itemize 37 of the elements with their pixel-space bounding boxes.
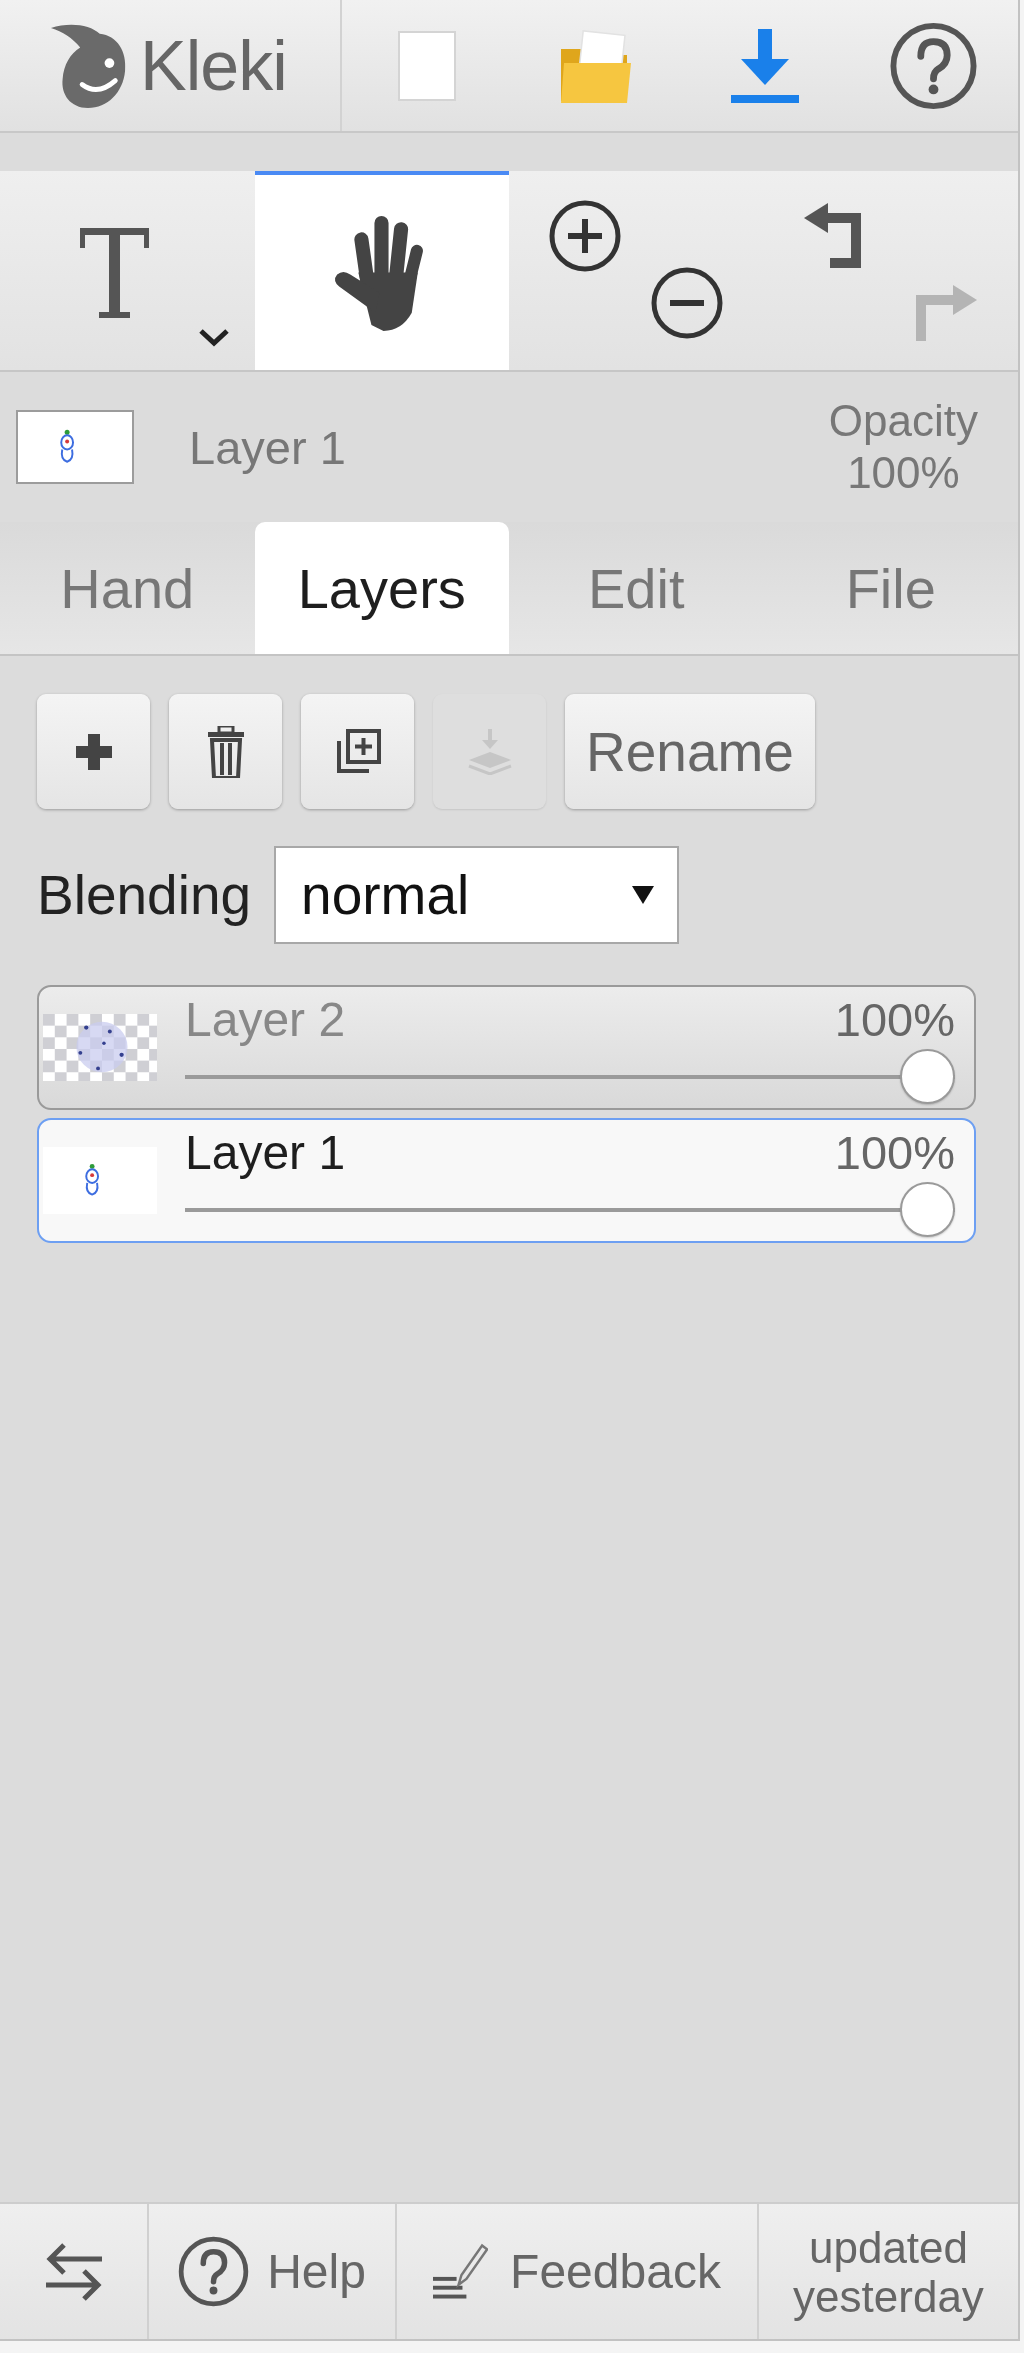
layer-opacity: 100% (834, 1127, 955, 1179)
layer-name: Layer 2 (185, 994, 346, 1046)
tab[interactable]: Edit (509, 522, 764, 654)
current-layer-name: Layer 1 (189, 419, 347, 475)
blend-mode-select[interactable]: normal (274, 846, 680, 944)
zoom-out-icon[interactable] (650, 266, 725, 340)
logo-text: Kleki (140, 30, 287, 101)
slider-thumb[interactable] (900, 1182, 955, 1237)
text-tool-icon (80, 227, 150, 318)
hand-tool-button[interactable] (254, 171, 509, 370)
delete-layer-button[interactable] (169, 694, 282, 809)
tab[interactable]: Layers (254, 522, 509, 654)
layer-row[interactable]: Layer 2 100% (37, 985, 976, 1110)
caret-icon (632, 886, 655, 904)
blending-label: Blending (37, 863, 252, 927)
duplicate-icon (334, 728, 381, 775)
help-button[interactable]: Help (149, 2204, 397, 2339)
layer-row[interactable]: Layer 1 100% (37, 1118, 976, 1243)
duplicate-layer-button[interactable] (301, 694, 414, 809)
merge-down-icon (466, 728, 513, 775)
update-note: updated yesterday (792, 2222, 985, 2321)
opacity-value: 100% (847, 447, 960, 499)
layer-opacity: 100% (834, 994, 955, 1046)
slider-thumb[interactable] (900, 1049, 955, 1104)
trash-icon (207, 725, 244, 778)
tab[interactable]: Hand (0, 522, 255, 654)
download-icon[interactable] (730, 28, 799, 103)
help-icon (178, 2236, 250, 2307)
tab[interactable]: File (763, 522, 1018, 654)
add-layer-button[interactable] (37, 694, 150, 809)
rename-button[interactable]: Rename (565, 694, 815, 809)
layer-name: Layer 1 (185, 1127, 346, 1179)
help-icon[interactable] (889, 21, 978, 110)
feedback-button[interactable]: Feedback (397, 2204, 759, 2339)
opacity-label: Opacity (828, 395, 978, 447)
zoom-in-icon[interactable] (548, 199, 623, 273)
plus-icon (75, 733, 112, 770)
